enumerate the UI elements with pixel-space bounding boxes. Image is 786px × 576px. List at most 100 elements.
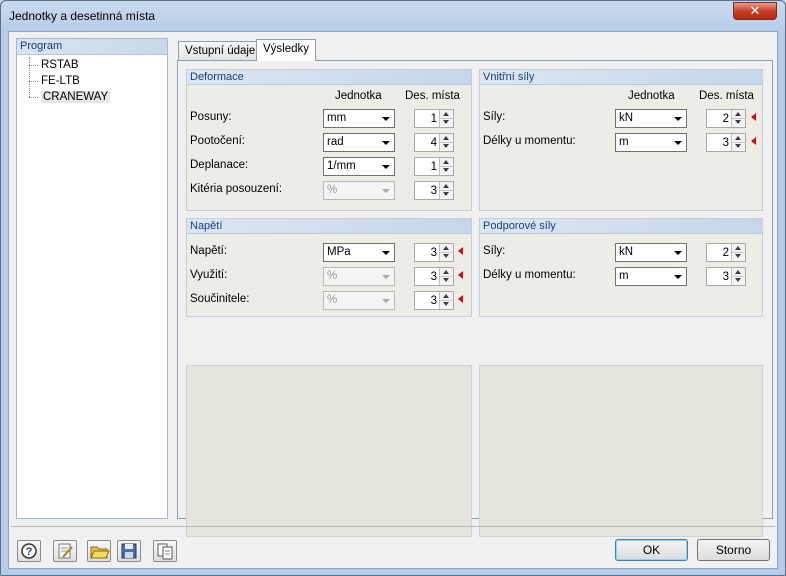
spin-down-icon[interactable] xyxy=(443,168,449,172)
unit-select-napeti[interactable]: MPa xyxy=(323,243,395,262)
spinner-divider xyxy=(440,166,454,167)
tree-item-rstab[interactable]: RSTAB xyxy=(17,57,167,73)
edit-icon xyxy=(58,543,73,559)
tab-content: Deformace Jednotka Des. místa Posuny: mm… xyxy=(177,60,773,537)
spin-down-icon[interactable] xyxy=(443,254,449,258)
spinner-buttons[interactable] xyxy=(731,244,746,261)
decimals-spinner-deplanace[interactable]: 1 xyxy=(414,157,454,176)
spinner-buttons[interactable] xyxy=(439,158,454,175)
decimals-spinner-vyuziti[interactable]: 3 xyxy=(414,267,454,286)
changed-marker-icon xyxy=(458,247,463,255)
unit-select-delky-u-momentu[interactable]: m xyxy=(615,133,687,152)
decimals-spinner-soucinitele[interactable]: 3 xyxy=(414,291,454,310)
unit-select-reakce-sily[interactable]: kN xyxy=(615,243,687,262)
spinner-value: 3 xyxy=(722,137,729,149)
chevron-down-icon xyxy=(382,251,390,255)
spin-down-icon[interactable] xyxy=(443,120,449,124)
spin-down-icon[interactable] xyxy=(443,278,449,282)
spin-up-icon[interactable] xyxy=(443,184,449,188)
spinner-buttons[interactable] xyxy=(731,268,746,285)
spin-up-icon[interactable] xyxy=(735,270,741,274)
spinner-value: 3 xyxy=(430,271,437,283)
spin-down-icon[interactable] xyxy=(735,278,741,282)
unit-select-pootoceni[interactable]: rad xyxy=(323,133,395,152)
ok-button[interactable]: OK xyxy=(615,539,688,561)
decimals-spinner-sily[interactable]: 2 xyxy=(706,109,746,128)
save-button[interactable] xyxy=(117,540,141,562)
unit-select-posuny[interactable]: mm xyxy=(323,109,395,128)
spin-up-icon[interactable] xyxy=(443,270,449,274)
tree-connector xyxy=(29,65,38,66)
decimals-spinner-napeti[interactable]: 3 xyxy=(414,243,454,262)
decimals-spinner-kriteria[interactable]: 3 xyxy=(414,181,454,200)
edit-button[interactable] xyxy=(53,540,77,562)
tree-item-craneway[interactable]: CRANEWAY xyxy=(17,89,167,105)
tab-vysledky[interactable]: Výsledky xyxy=(256,39,317,61)
unit-value: rad xyxy=(327,136,344,148)
spin-down-icon[interactable] xyxy=(735,254,741,258)
spinner-value: 1 xyxy=(430,113,437,125)
chevron-down-icon xyxy=(382,117,390,121)
tab-vstupni-udaje[interactable]: Vstupní údaje xyxy=(178,41,263,61)
decimals-spinner-delky-u-momentu[interactable]: 3 xyxy=(706,133,746,152)
tree-item-label: FE-LTB xyxy=(41,75,80,87)
unit-select-reakce-delky[interactable]: m xyxy=(615,267,687,286)
column-header-unit: Jednotka xyxy=(628,90,675,102)
spin-up-icon[interactable] xyxy=(443,136,449,140)
spin-up-icon[interactable] xyxy=(443,294,449,298)
spin-up-icon[interactable] xyxy=(735,112,741,116)
spin-up-icon[interactable] xyxy=(735,246,741,250)
spin-down-icon[interactable] xyxy=(443,144,449,148)
tree-item-fe-ltb[interactable]: FE-LTB xyxy=(17,73,167,89)
spin-up-icon[interactable] xyxy=(443,160,449,164)
empty-panel-left xyxy=(186,365,472,537)
group-vnitrni-sily: Vnitřní síly Jednotka Des. místa Síly: k… xyxy=(479,69,763,211)
close-button[interactable]: ✕ xyxy=(733,2,777,20)
help-button[interactable]: ? xyxy=(17,540,41,562)
unit-value: m xyxy=(619,136,629,148)
row-label: Deplanace: xyxy=(190,159,249,171)
spinner-buttons[interactable] xyxy=(439,110,454,127)
spin-down-icon[interactable] xyxy=(443,192,449,196)
tree-connector xyxy=(29,81,38,82)
program-header: Program xyxy=(17,39,167,55)
unit-select-deplanace[interactable]: 1/mm xyxy=(323,157,395,176)
spinner-buttons[interactable] xyxy=(439,292,454,309)
spinner-buttons[interactable] xyxy=(439,134,454,151)
cancel-button[interactable]: Storno xyxy=(697,539,770,561)
unit-value: m xyxy=(619,270,629,282)
changed-marker-icon xyxy=(458,271,463,279)
spinner-buttons[interactable] xyxy=(439,268,454,285)
spin-up-icon[interactable] xyxy=(443,112,449,116)
unit-value: 1/mm xyxy=(327,160,356,172)
changed-marker-icon xyxy=(458,295,463,303)
decimals-spinner-reakce-sily[interactable]: 2 xyxy=(706,243,746,262)
spin-down-icon[interactable] xyxy=(443,302,449,306)
spinner-buttons[interactable] xyxy=(439,182,454,199)
group-podporove-sily: Podporové síly Síly: kN 2 Délky u moment… xyxy=(479,218,763,317)
spin-down-icon[interactable] xyxy=(735,120,741,124)
spinner-value: 2 xyxy=(722,113,729,125)
open-button[interactable] xyxy=(87,540,111,562)
copy-button[interactable] xyxy=(153,540,177,562)
dialog-client: Program RSTAB FE-LTB CRANEWAY Vstupní úd… xyxy=(8,31,778,569)
unit-select-soucinitele: % xyxy=(323,291,395,310)
copy-icon xyxy=(157,543,173,560)
spinner-buttons[interactable] xyxy=(731,134,746,151)
decimals-spinner-pootoceni[interactable]: 4 xyxy=(414,133,454,152)
dialog-window: Jednotky a desetinná místa ✕ Program RST… xyxy=(0,0,786,576)
spinner-buttons[interactable] xyxy=(731,110,746,127)
row-label: Posuny: xyxy=(190,111,232,123)
spinner-value: 2 xyxy=(722,247,729,259)
unit-select-sily[interactable]: kN xyxy=(615,109,687,128)
spinner-buttons[interactable] xyxy=(439,244,454,261)
row-label: Délky u momentu: xyxy=(483,269,576,281)
spin-up-icon[interactable] xyxy=(735,136,741,140)
row-label: Síly: xyxy=(483,111,506,123)
program-panel: Program RSTAB FE-LTB CRANEWAY xyxy=(16,38,168,519)
spin-down-icon[interactable] xyxy=(735,144,741,148)
spinner-value: 4 xyxy=(430,137,437,149)
decimals-spinner-reakce-delky[interactable]: 3 xyxy=(706,267,746,286)
spin-up-icon[interactable] xyxy=(443,246,449,250)
decimals-spinner-posuny[interactable]: 1 xyxy=(414,109,454,128)
